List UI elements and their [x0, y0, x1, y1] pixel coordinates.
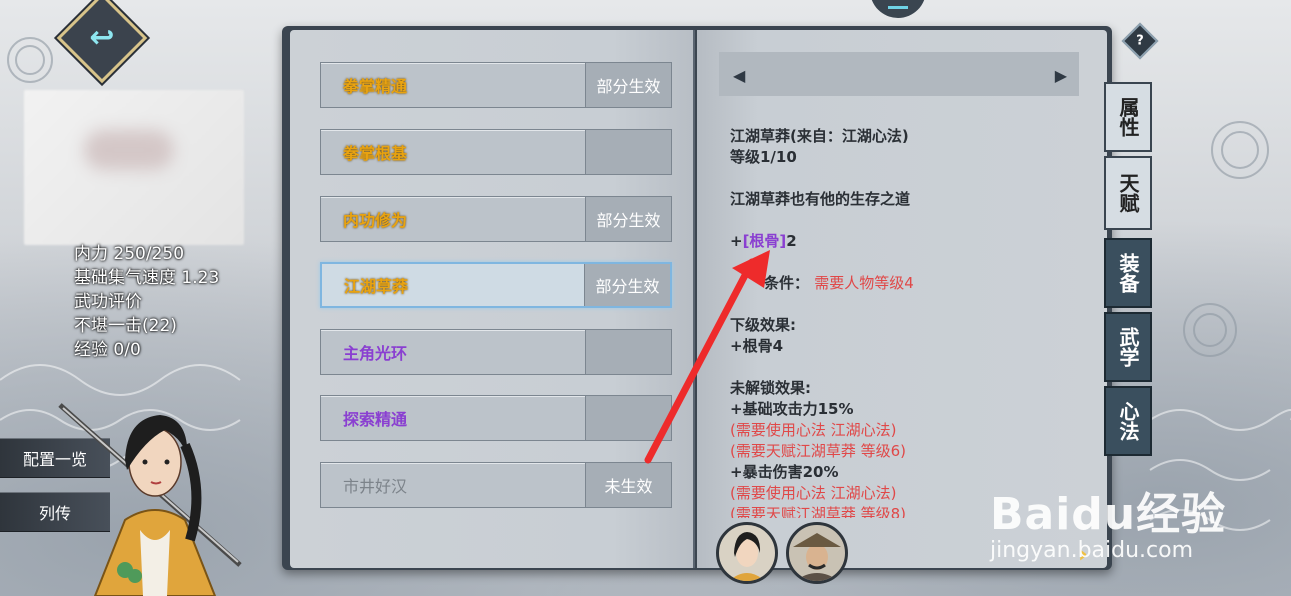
bonus-prefix: +: [730, 232, 743, 250]
tab-inner-arts[interactable]: 心法: [1104, 386, 1152, 456]
bonus-attribute: [根骨]: [742, 232, 787, 250]
talent-status: [585, 396, 671, 440]
stat-charge-speed: 基础集气速度 1.23: [74, 268, 220, 288]
stat-skill-rating-label: 武功评价: [74, 292, 142, 312]
talent-row-jianghu-caomang[interactable]: 江湖草莽 部分生效: [320, 262, 672, 308]
detail-condition: 条件： 需要人物等级4: [730, 273, 1075, 294]
stat-skill-rating: 不堪一击(22): [74, 316, 177, 336]
character-portrait: [58, 403, 242, 596]
next-level-label: 下级效果:: [730, 316, 796, 334]
tab-inner-arts-label: 心法: [1116, 401, 1140, 441]
unlock-effect-1: +基础攻击力15%: [730, 400, 854, 418]
talent-detail-text: 江湖草莽(来自：江湖心法) 等级1/10 江湖草莽也有他的生存之道 +[根骨]2…: [730, 126, 1075, 518]
tab-martial-arts[interactable]: 武学: [1104, 312, 1152, 382]
prev-arrow-icon[interactable]: ◀: [733, 66, 745, 85]
talent-status: 部分生效: [585, 197, 671, 241]
unlock-label: 未解锁效果:: [730, 379, 811, 397]
bonus-value: 2: [786, 232, 797, 250]
condition-value: 需要人物等级4: [814, 274, 914, 292]
male-face-icon: [793, 533, 841, 581]
talent-name: 拳掌根基: [343, 144, 408, 163]
talent-row-tansuo-jingtong[interactable]: 探索精通: [320, 395, 672, 441]
talent-row-quanzhang-jingtong[interactable]: 拳掌精通 部分生效: [320, 62, 672, 108]
stat-internal-power: 内力 250/250: [74, 244, 185, 264]
detail-nav-bar: ◀ ▶: [719, 52, 1079, 96]
tab-attributes[interactable]: 属性: [1104, 82, 1152, 152]
next-arrow-icon[interactable]: ▶: [1055, 66, 1067, 85]
next-level-value: +根骨4: [730, 337, 784, 355]
talent-name: 探索精通: [343, 410, 408, 429]
talent-status: [585, 130, 671, 174]
talent-name: 市井好汉: [343, 477, 408, 496]
talent-status: 未生效: [585, 463, 671, 507]
tab-equipment[interactable]: 装备: [1104, 238, 1152, 308]
talent-row-neigong-xiuwei[interactable]: 内功修为 部分生效: [320, 196, 672, 242]
back-arrow-icon: ↩: [89, 20, 115, 55]
party-avatar-heroine[interactable]: [716, 522, 778, 584]
talent-row-quanzhang-genji[interactable]: 拳掌根基: [320, 129, 672, 175]
talent-status: [585, 330, 671, 374]
heroine-face-icon: [729, 532, 765, 581]
talent-status: 部分生效: [585, 63, 671, 107]
talent-row-zhujue-guanghuan[interactable]: 主角光环: [320, 329, 672, 375]
detail-bonus: +[根骨]2: [730, 231, 1075, 252]
tab-talents[interactable]: 天赋: [1104, 156, 1152, 230]
stat-experience: 经验 0/0: [74, 340, 141, 360]
character-stats: 内力 250/250 基础集气速度 1.23 武功评价 不堪一击(22) 经验 …: [74, 242, 219, 362]
baidu-watermark: Baidu经验 jingyan.baidu.com: [990, 478, 1226, 563]
condition-label: 条件：: [764, 274, 810, 292]
tab-talents-label: 天赋: [1116, 173, 1140, 213]
blur-smudge: [84, 130, 174, 170]
detail-title: 江湖草莽(来自：江湖心法): [730, 127, 909, 145]
help-icon: ?: [1136, 33, 1144, 49]
talent-name: 拳掌精通: [343, 77, 408, 96]
tab-equipment-label: 装备: [1116, 253, 1140, 293]
tab-martial-arts-label: 武学: [1116, 327, 1140, 367]
tab-attributes-label: 属性: [1116, 97, 1140, 137]
watermark-brand: Baidu经验: [990, 489, 1227, 540]
blurred-portrait-panel: [24, 90, 244, 245]
talent-name: 内功修为: [343, 211, 408, 230]
detail-level: 等级1/10: [730, 148, 797, 166]
talent-status: 部分生效: [584, 264, 670, 306]
party-avatar-male[interactable]: [786, 522, 848, 584]
detail-description: 江湖草莽也有他的生存之道: [730, 190, 911, 208]
unlock-effect-1-req2: (需要天赋江湖草莽 等级6): [730, 442, 907, 460]
unlock-effect-1-req: (需要使用心法 江湖心法): [730, 421, 897, 439]
talent-name: 主角光环: [343, 344, 408, 363]
watermark-url: jingyan.baidu.com: [990, 538, 1194, 563]
talent-row-shijing-haohan[interactable]: 市井好汉 未生效: [320, 462, 672, 508]
talent-name: 江湖草莽: [344, 277, 409, 296]
